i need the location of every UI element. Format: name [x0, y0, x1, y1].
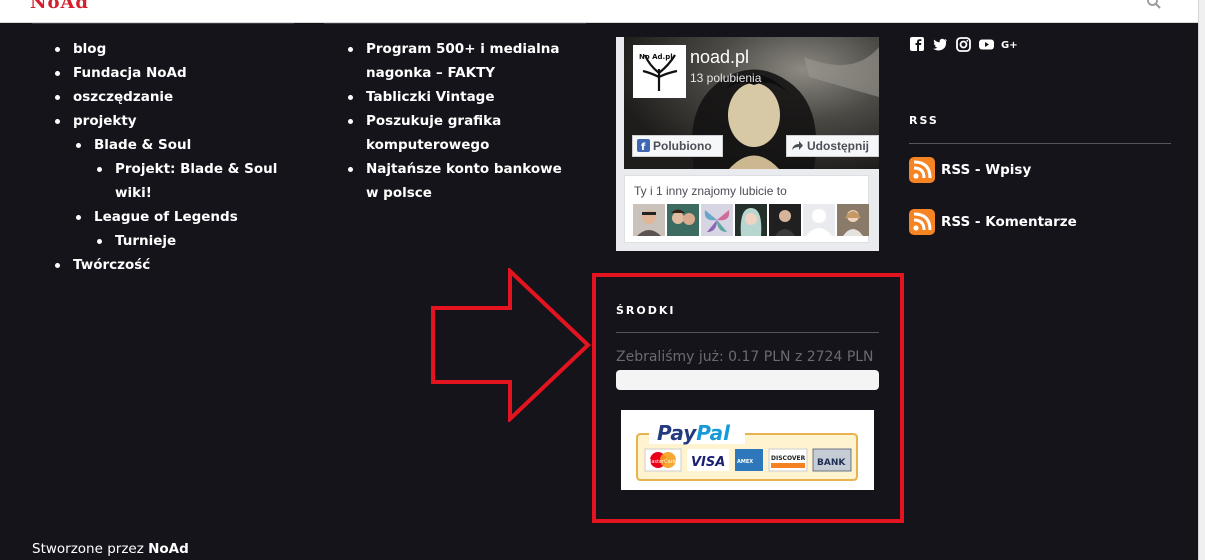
rss-title-rule	[909, 143, 1171, 144]
facebook-icon[interactable]	[909, 36, 926, 53]
menu-item-link[interactable]: projekty	[73, 113, 137, 129]
site-logo[interactable]: NoAd	[30, 0, 89, 13]
youtube-icon[interactable]	[978, 36, 995, 53]
menu-item[interactable]: projekty	[53, 109, 293, 133]
top-header-bar: NoAd	[0, 0, 1205, 23]
menu-item[interactable]: Fundacja NoAd	[53, 61, 293, 85]
menu-item-link[interactable]: Twórczość	[73, 257, 150, 273]
facebook-likes-count: 13 polubienia	[690, 71, 762, 85]
recent-post-link[interactable]: Najtańsze konto bankowe w polsce	[366, 161, 562, 201]
red-arrow-annotation	[431, 268, 591, 422]
twitter-icon[interactable]	[932, 36, 949, 53]
recent-posts-list: Program 500+ i medialna nagonka – FAKTY T…	[346, 37, 578, 205]
friend-avatar-placeholder[interactable]	[803, 204, 835, 236]
menu-item-link[interactable]: Fundacja NoAd	[73, 65, 187, 81]
rss-posts-label: RSS - Wpisy	[941, 162, 1032, 178]
friend-avatar[interactable]	[837, 204, 869, 236]
facebook-friends-box: Ty i 1 inny znajomy lubicie to	[624, 175, 869, 243]
menu-item[interactable]: Twórczość	[53, 253, 293, 277]
instagram-icon[interactable]	[955, 36, 972, 53]
rss-icon	[909, 209, 935, 235]
share-arrow-icon	[792, 141, 803, 150]
friend-avatar[interactable]	[633, 204, 665, 236]
menu-item[interactable]: Blade & Soul	[74, 133, 293, 157]
menu-item-link[interactable]: League of Legends	[94, 209, 238, 225]
rss-comments-link[interactable]: RSS - Komentarze	[909, 208, 1077, 236]
friend-avatar[interactable]	[769, 204, 801, 236]
column-divider	[324, 23, 586, 24]
facebook-page-name[interactable]: noad.pl	[690, 47, 749, 68]
footer-prefix: Stworzone przez	[32, 541, 144, 557]
facebook-page-avatar[interactable]: No Ad.pl	[633, 45, 686, 98]
svg-text:f: f	[641, 142, 646, 152]
friends-like-text: Ty i 1 inny znajomy lubicie to	[634, 184, 787, 198]
rss-widget-title: RSS	[909, 114, 939, 127]
menu-item[interactable]: League of Legends	[74, 205, 293, 229]
recent-post-item[interactable]: Najtańsze konto bankowe w polsce	[346, 157, 578, 205]
menu-item-link[interactable]: blog	[73, 41, 106, 57]
recent-post-item[interactable]: Tabliczki Vintage	[346, 85, 578, 109]
recent-post-link[interactable]: Program 500+ i medialna nagonka – FAKTY	[366, 41, 560, 81]
like-button-label: Polubiono	[653, 139, 712, 153]
friend-avatar[interactable]	[667, 204, 699, 236]
menu-item-link[interactable]: Projekt: Blade & Soul wiki!	[115, 161, 277, 201]
highlight-box	[592, 273, 904, 523]
menu-item-link[interactable]: oszczędzanie	[73, 89, 173, 105]
column-divider	[32, 23, 294, 24]
facebook-cover-image[interactable]: No Ad.pl noad.pl 13 polubienia f Polubio…	[624, 37, 879, 169]
recent-post-item[interactable]: Program 500+ i medialna nagonka – FAKTY	[346, 37, 578, 85]
recent-post-link[interactable]: Tabliczki Vintage	[366, 89, 495, 105]
facebook-page-widget: No Ad.pl noad.pl 13 polubienia f Polubio…	[616, 37, 879, 251]
menu-item-link[interactable]: Turnieje	[115, 233, 176, 249]
facebook-like-button[interactable]: f Polubiono	[632, 135, 723, 157]
menu-item[interactable]: oszczędzanie	[53, 85, 293, 109]
rss-posts-link[interactable]: RSS - Wpisy	[909, 156, 1031, 184]
facebook-share-button[interactable]: Udostępnij	[786, 135, 879, 157]
recent-post-item[interactable]: Poszukuje grafika komputerowego	[346, 109, 578, 157]
friend-avatar[interactable]	[701, 204, 733, 236]
recent-post-link[interactable]: Poszukuje grafika komputerowego	[366, 113, 501, 153]
search-icon[interactable]	[1146, 0, 1162, 10]
menu-item[interactable]: Turnieje	[95, 229, 293, 253]
google-plus-icon[interactable]: G+	[1001, 36, 1018, 53]
categories-menu: blog Fundacja NoAd oszczędzanie projekty Bla…	[53, 37, 293, 277]
rss-icon	[909, 157, 935, 183]
menu-item[interactable]: Projekt: Blade & Soul wiki!	[95, 157, 293, 205]
footer-credit: Stworzone przez NoAd	[32, 541, 189, 557]
social-icons: G+	[909, 36, 1018, 53]
scrollbar[interactable]	[1198, 0, 1205, 560]
footer-author-link[interactable]: NoAd	[148, 541, 189, 557]
friend-avatar[interactable]	[735, 204, 767, 236]
menu-item-link[interactable]: Blade & Soul	[94, 137, 191, 153]
share-button-label: Udostępnij	[807, 139, 869, 153]
rss-comments-label: RSS - Komentarze	[941, 214, 1077, 230]
menu-item[interactable]: blog	[53, 37, 293, 61]
svg-text:G+: G+	[1001, 40, 1018, 51]
facebook-icon: f	[637, 139, 650, 152]
avatar-text: No Ad.pl	[639, 53, 673, 61]
